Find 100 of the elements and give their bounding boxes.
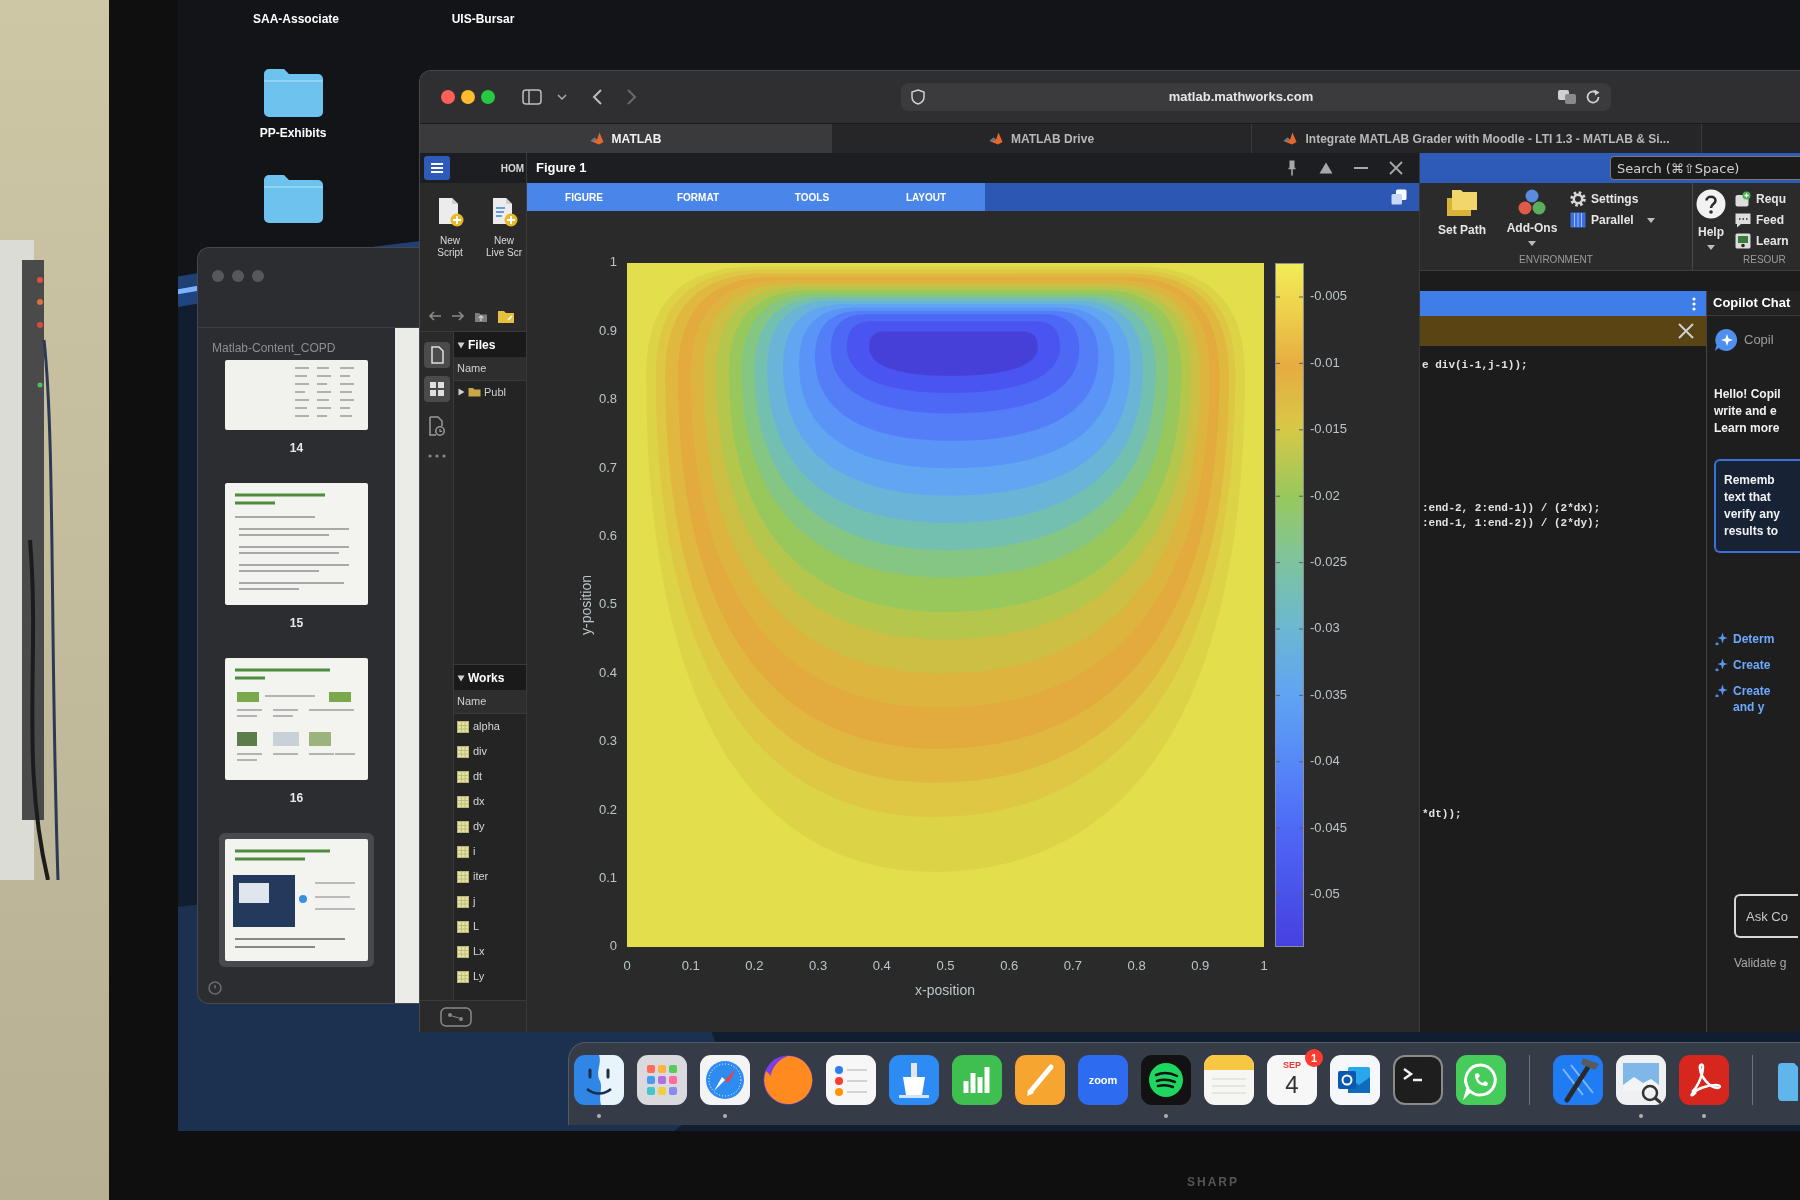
mail-icon[interactable] — [1330, 1055, 1380, 1105]
toolstrip-button[interactable]: New Live Scr — [482, 197, 526, 259]
code-line: :end-2, 2:end-1)) / (2*dx); — [1422, 501, 1602, 516]
address-field[interactable]: matlab.mathworks.com — [901, 83, 1611, 111]
toolstrip-button[interactable]: Set Path — [1430, 189, 1494, 239]
toolstrip-button[interactable]: New Script — [428, 197, 472, 259]
photo-magnifier-icon[interactable] — [1616, 1055, 1666, 1105]
figure-title: Figure 1 — [536, 159, 587, 178]
grid-icon[interactable] — [423, 376, 450, 402]
toolstrip-tab[interactable]: HOM — [500, 160, 524, 176]
slide-thumbnail-drawing[interactable] — [219, 833, 374, 967]
toolstrip-button[interactable]: Learn — [1735, 231, 1789, 251]
connected-dots-icon[interactable] — [440, 1006, 472, 1027]
document-swirl-icon[interactable] — [1679, 1055, 1729, 1105]
close-icon[interactable] — [1678, 323, 1694, 339]
toolstrip-button[interactable]: Add-Ons — [1500, 189, 1564, 246]
forward-arrow-icon[interactable] — [451, 310, 465, 322]
up-triangle-icon[interactable] — [1319, 162, 1333, 174]
note-text-line: Rememb — [1724, 472, 1776, 489]
window-maximize-icon[interactable] — [481, 90, 495, 104]
folder-icon[interactable] — [262, 66, 324, 118]
variable-name[interactable]: Ly — [473, 968, 485, 985]
browser-tab[interactable]: MATLAB — [420, 124, 831, 153]
variable-name[interactable]: alpha — [473, 718, 500, 735]
slide-thumbnail-drawing[interactable] — [225, 360, 368, 430]
back-arrow-icon[interactable] — [428, 310, 442, 322]
figure-tab[interactable]: LAYOUT — [869, 183, 983, 211]
variable-name[interactable]: dy — [473, 818, 485, 835]
flame-globe-icon[interactable] — [763, 1055, 813, 1105]
overlapping-squares-icon[interactable] — [1391, 189, 1407, 205]
grid-cell-icon — [457, 845, 469, 858]
calendar-month: SEP — [1283, 1060, 1301, 1070]
terminal-icon[interactable] — [1393, 1055, 1443, 1105]
phone-chat-icon[interactable] — [1456, 1055, 1506, 1105]
slide-number: 14 — [289, 440, 304, 456]
suggestion-link[interactable]: Create — [1714, 657, 1800, 673]
history-icon[interactable] — [428, 416, 445, 436]
variable-name[interactable]: dx — [473, 793, 485, 810]
app-wordmark: zoom — [1088, 1072, 1118, 1088]
pencil-icon[interactable] — [1015, 1055, 1065, 1105]
grid-cell-icon — [457, 895, 469, 908]
circle-icon[interactable] — [208, 981, 222, 995]
variable-name[interactable]: j — [473, 893, 476, 910]
caret-icon[interactable] — [557, 94, 567, 100]
figure-tab[interactable]: TOOLS — [755, 183, 869, 211]
more-dots-icon[interactable] — [427, 454, 446, 458]
folder-icon[interactable] — [497, 308, 515, 324]
toolstrip-button[interactable]: Parallel — [1570, 210, 1655, 230]
sidebar-icon[interactable] — [522, 89, 542, 105]
folder-stack-icon — [1446, 189, 1478, 217]
slide-thumbnail-drawing[interactable] — [225, 483, 368, 605]
app-grid-icon[interactable] — [637, 1055, 687, 1105]
shield-icon[interactable] — [911, 89, 925, 105]
bar-chart-icon[interactable] — [952, 1055, 1002, 1105]
grid-cell-icon — [457, 720, 469, 733]
figure-tab[interactable]: FIGURE — [527, 183, 641, 211]
menu-icon[interactable] — [424, 156, 450, 180]
variable-name[interactable]: div — [473, 743, 488, 760]
axis-tick-label: 0.5 — [936, 958, 955, 974]
desktop-icon-label: PP-Exhibits — [259, 126, 327, 141]
file-name[interactable]: Publ — [484, 383, 507, 401]
toolstrip-button[interactable]: Help — [1693, 189, 1729, 250]
colorbar-tick-label: -0.045 — [1310, 819, 1347, 835]
suggestion-link[interactable]: Determ — [1714, 631, 1800, 647]
variable-name[interactable]: L — [473, 918, 480, 935]
sparkle-icon — [1714, 684, 1728, 698]
overlapping-boxes-icon[interactable] — [1557, 89, 1577, 105]
variable-name[interactable]: dt — [473, 768, 483, 785]
checklist-icon[interactable] — [826, 1055, 876, 1105]
folder-icon[interactable] — [262, 172, 324, 224]
window-minimize-icon[interactable] — [461, 90, 475, 104]
slide-thumbnail-drawing[interactable] — [225, 658, 368, 780]
toolstrip-button[interactable]: Requ — [1735, 189, 1789, 209]
expand-arrow-icon[interactable] — [457, 388, 465, 396]
axis-tick-label: 0.4 — [598, 664, 617, 680]
hammer-icon[interactable] — [1553, 1055, 1603, 1105]
wordmark-app-tile[interactable]: zoom — [1078, 1055, 1128, 1105]
sound-waves-icon[interactable] — [1141, 1055, 1191, 1105]
search-field[interactable]: Search (⌘⇧Space) — [1610, 156, 1800, 180]
expand-arrow-icon[interactable] — [457, 673, 465, 682]
axis-tick-label: 0.4 — [872, 958, 891, 974]
variable-name[interactable]: Lx — [473, 943, 485, 960]
more-options-icon[interactable] — [1692, 296, 1696, 311]
document-icon[interactable] — [423, 342, 450, 368]
window-close-icon[interactable] — [441, 90, 455, 104]
toolstrip-button[interactable]: Feed — [1735, 210, 1789, 230]
podium-icon[interactable] — [889, 1055, 939, 1105]
variable-name[interactable]: iter — [473, 868, 489, 885]
close-icon[interactable] — [1389, 161, 1403, 175]
smiling-face-icon[interactable] — [574, 1055, 624, 1105]
reload-icon[interactable] — [1585, 89, 1601, 105]
suggestion-link[interactable]: Create and y — [1714, 683, 1800, 715]
pin-icon[interactable] — [1286, 160, 1298, 176]
figure-tab[interactable]: FORMAT — [641, 183, 755, 211]
colorbar-tick-label: -0.015 — [1310, 421, 1347, 437]
compass-icon[interactable] — [700, 1055, 750, 1105]
toolstrip-button[interactable]: Settings — [1570, 189, 1655, 209]
chat-input-field[interactable]: Ask Co — [1734, 894, 1798, 938]
expand-arrow-icon[interactable] — [457, 340, 465, 349]
notepad-icon[interactable] — [1204, 1055, 1254, 1105]
